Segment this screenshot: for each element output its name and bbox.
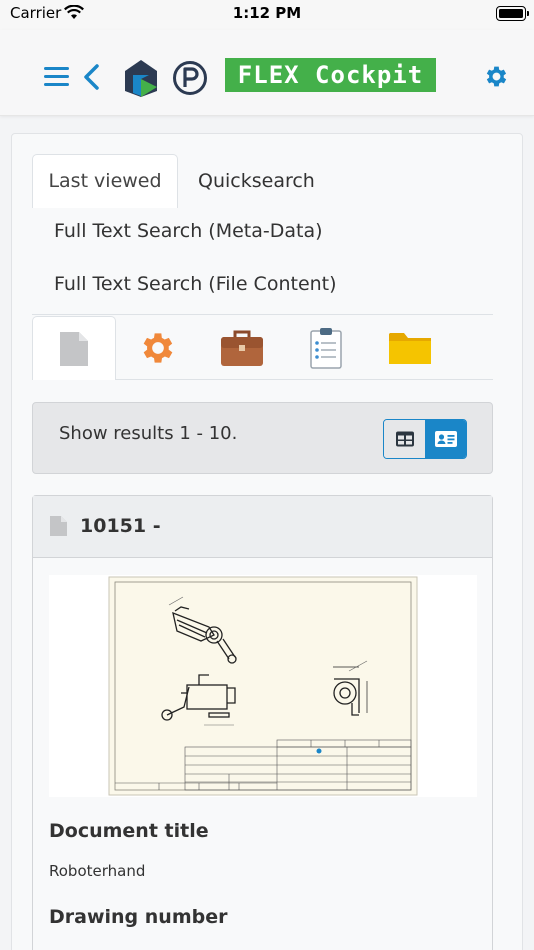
status-bar: Carrier 1:12 PM [0, 0, 534, 30]
category-tab-tasks[interactable] [284, 316, 368, 380]
app-logo-icon [125, 60, 157, 97]
tab-full-text-meta[interactable]: Full Text Search (Meta-Data) [54, 220, 323, 242]
settings-gear-icon[interactable] [483, 63, 510, 90]
table-icon [395, 431, 414, 447]
id-card-icon [435, 431, 457, 447]
document-icon [60, 331, 88, 366]
clock: 1:12 PM [232, 4, 302, 22]
tab-last-viewed[interactable]: Last viewed [32, 154, 178, 208]
view-mode-toggle [383, 419, 467, 459]
category-tab-documents[interactable] [32, 316, 116, 380]
battery-icon [496, 6, 529, 21]
result-card: 10151 - Document title Roboterhand Drawi… [32, 495, 493, 950]
brand-label: FLEX Cockpit [225, 58, 436, 92]
category-tab-folders[interactable] [368, 316, 452, 380]
search-panel: Last viewed Quicksearch Full Text Search… [11, 133, 523, 950]
p-logo-icon [173, 61, 207, 95]
result-card-header[interactable]: 10151 - [33, 496, 492, 558]
drawing-thumbnail[interactable] [49, 575, 477, 797]
tab-quicksearch[interactable]: Quicksearch [198, 154, 315, 208]
field-value-document-title: Roboterhand [49, 862, 146, 880]
gear-icon [143, 333, 173, 363]
clipboard-icon [310, 328, 342, 369]
result-title: 10151 - [80, 515, 161, 537]
card-view-button[interactable] [425, 420, 466, 458]
back-icon[interactable] [80, 63, 102, 91]
category-tab-settings[interactable] [116, 316, 200, 380]
document-icon [50, 516, 67, 536]
field-label-drawing-number: Drawing number [49, 906, 228, 928]
field-label-document-title: Document title [49, 820, 209, 842]
results-summary: Show results 1 - 10. [59, 423, 238, 444]
results-toolbar: Show results 1 - 10. [32, 402, 493, 474]
briefcase-icon [221, 330, 263, 366]
category-tab-projects[interactable] [200, 316, 284, 380]
tab-full-text-file[interactable]: Full Text Search (File Content) [54, 273, 337, 295]
menu-icon[interactable] [44, 67, 69, 87]
app-header: FLEX Cockpit [0, 30, 534, 116]
divider [32, 314, 493, 315]
grid-view-button[interactable] [384, 420, 425, 458]
folder-icon [389, 333, 431, 364]
